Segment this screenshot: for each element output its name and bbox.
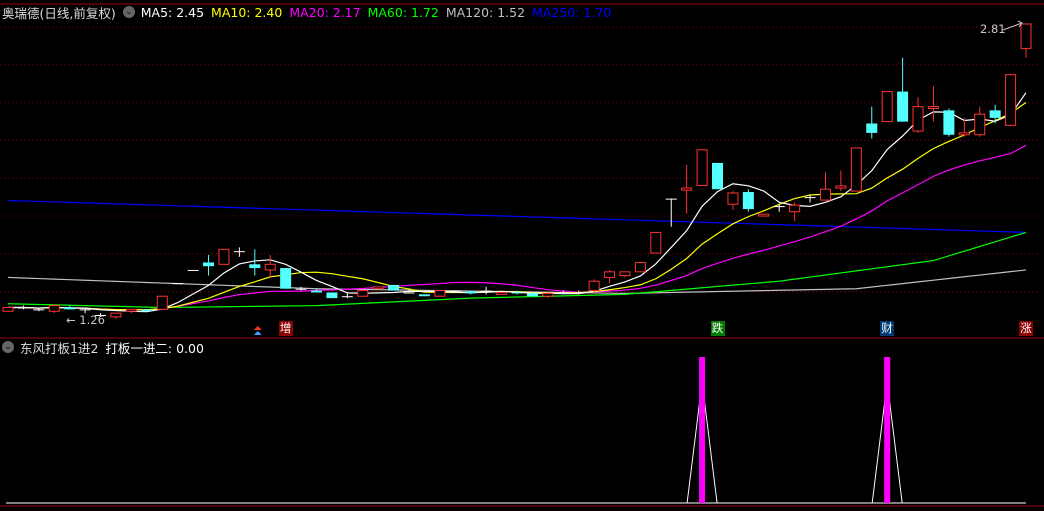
candle-body bbox=[912, 106, 924, 132]
candle-body bbox=[280, 268, 292, 289]
candle-body bbox=[974, 113, 986, 136]
candle-body bbox=[203, 262, 215, 267]
candle-body bbox=[681, 187, 693, 191]
signal-marker: 涨 bbox=[1019, 321, 1033, 336]
candle-body bbox=[511, 292, 523, 294]
candle-body bbox=[372, 286, 384, 290]
ma120-line bbox=[7, 269, 1027, 295]
low-price-value: 1.26 bbox=[79, 313, 105, 327]
sub-panel-title: 东风打板1进2 bbox=[20, 340, 99, 356]
candle-body bbox=[989, 110, 1001, 118]
candle-body bbox=[897, 91, 909, 122]
kline-chart[interactable] bbox=[0, 0, 1044, 511]
candle-body bbox=[819, 188, 831, 201]
candle-body bbox=[665, 198, 677, 200]
candle-body bbox=[264, 263, 276, 271]
high-arrow-icon bbox=[1002, 20, 1023, 31]
candle-body bbox=[449, 290, 461, 292]
candle-body bbox=[33, 309, 45, 311]
candle-body bbox=[48, 305, 60, 312]
ma120-legend: MA120: 1.52 bbox=[445, 4, 526, 20]
candle-body bbox=[310, 290, 322, 293]
candle-body bbox=[1005, 74, 1017, 126]
candle-body bbox=[727, 192, 739, 205]
candle-body bbox=[773, 206, 785, 208]
signal-bar bbox=[884, 357, 891, 503]
candle-body bbox=[295, 288, 307, 290]
candle-body bbox=[496, 291, 508, 295]
candle-body bbox=[604, 271, 616, 278]
candle-body bbox=[634, 261, 646, 273]
candle-body bbox=[357, 290, 369, 297]
candle-body bbox=[542, 292, 554, 297]
candle-body bbox=[233, 251, 245, 253]
candle-body bbox=[79, 309, 91, 311]
candle-body bbox=[64, 307, 76, 310]
candle-body bbox=[742, 192, 754, 210]
candle-body bbox=[341, 296, 353, 298]
ma10-line bbox=[8, 101, 1027, 311]
candle-body bbox=[187, 269, 199, 271]
candle-body bbox=[1020, 23, 1032, 49]
up-arrow-icon bbox=[253, 326, 262, 330]
candle-body bbox=[958, 132, 970, 136]
candle-body bbox=[156, 295, 168, 310]
candle-body bbox=[403, 292, 415, 294]
chevron-down-icon[interactable]: ⌄ bbox=[2, 341, 14, 353]
candle-body bbox=[619, 271, 631, 277]
candle-body bbox=[418, 294, 430, 297]
candle-body bbox=[172, 283, 184, 285]
low-price-label: ← 1.26 bbox=[66, 313, 105, 327]
candle-body bbox=[573, 292, 585, 294]
candle-body bbox=[388, 284, 400, 291]
candle-body bbox=[465, 291, 477, 294]
up-arrow-icon bbox=[253, 331, 262, 335]
high-price-label: 2.81 bbox=[980, 22, 1006, 36]
candle-body bbox=[326, 292, 338, 299]
signal-bar bbox=[699, 357, 706, 503]
candle-body bbox=[804, 197, 816, 199]
candle-body bbox=[557, 292, 569, 294]
sub-panel-value: 打板一进二: 0.00 bbox=[105, 340, 204, 356]
candle-body bbox=[110, 312, 122, 318]
candle-body bbox=[712, 162, 724, 190]
candle-body bbox=[881, 91, 893, 123]
candle-body bbox=[526, 293, 538, 297]
sub-panel-header: ⌄ 东风打板1进2 打板一进二: 0.00 bbox=[2, 338, 211, 356]
signal-marker: 跌 bbox=[710, 321, 725, 336]
ma5-legend: MA5: 2.45 bbox=[140, 4, 205, 20]
ma10-legend: MA10: 2.40 bbox=[211, 4, 283, 20]
main-panel-title: 奥瑞德(日线,前复权) bbox=[2, 5, 116, 21]
candle-body bbox=[141, 309, 153, 312]
candle-body bbox=[588, 280, 600, 292]
signal-marker: 增 bbox=[278, 321, 293, 336]
candle-body bbox=[17, 307, 29, 309]
ma20-legend: MA20: 2.17 bbox=[289, 4, 361, 20]
candle-body bbox=[696, 149, 708, 186]
candle-body bbox=[218, 248, 230, 265]
candle-body bbox=[758, 213, 770, 217]
candle-body bbox=[650, 231, 662, 254]
candle-body bbox=[249, 264, 261, 269]
chevron-down-icon[interactable]: ⌄ bbox=[122, 6, 135, 18]
candle-body bbox=[850, 147, 862, 192]
candle-body bbox=[866, 123, 878, 133]
ma60-legend: MA60: 1.72 bbox=[367, 4, 439, 20]
candle-body bbox=[927, 106, 939, 109]
candle-body bbox=[835, 185, 847, 189]
candle-body bbox=[125, 308, 137, 312]
ma250-legend: MA250: 1.70 bbox=[532, 4, 612, 20]
signal-marker: 财 bbox=[880, 321, 895, 336]
candle-body bbox=[2, 306, 14, 312]
main-panel-header: 奥瑞德(日线,前复权) ⌄ MA5: 2.45 MA10: 2.40 MA20:… bbox=[2, 3, 618, 21]
candle-body bbox=[480, 290, 492, 292]
candle-body bbox=[789, 204, 801, 213]
candle-body bbox=[434, 290, 446, 297]
candle-body bbox=[943, 110, 955, 135]
